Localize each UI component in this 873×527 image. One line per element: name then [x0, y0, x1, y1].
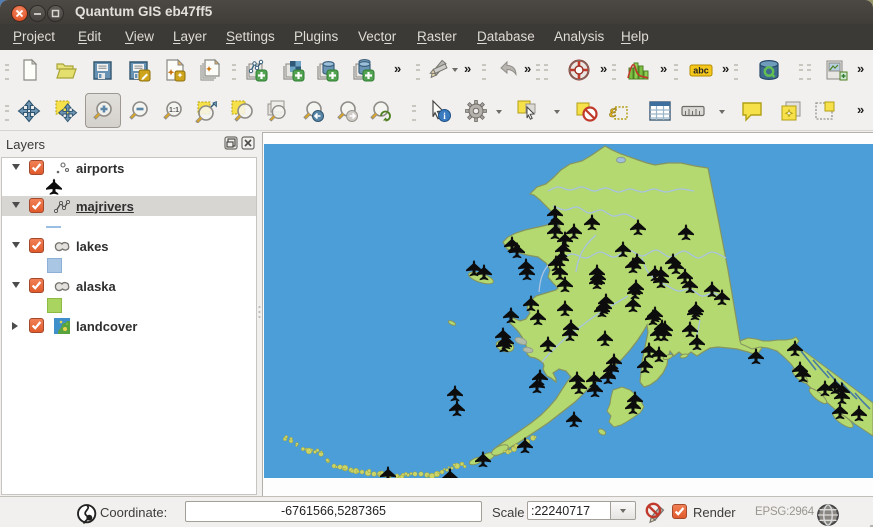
svg-text:1:1: 1:1 [169, 107, 179, 114]
svg-text:abc: abc [693, 66, 709, 76]
svg-text:ε: ε [609, 101, 617, 121]
